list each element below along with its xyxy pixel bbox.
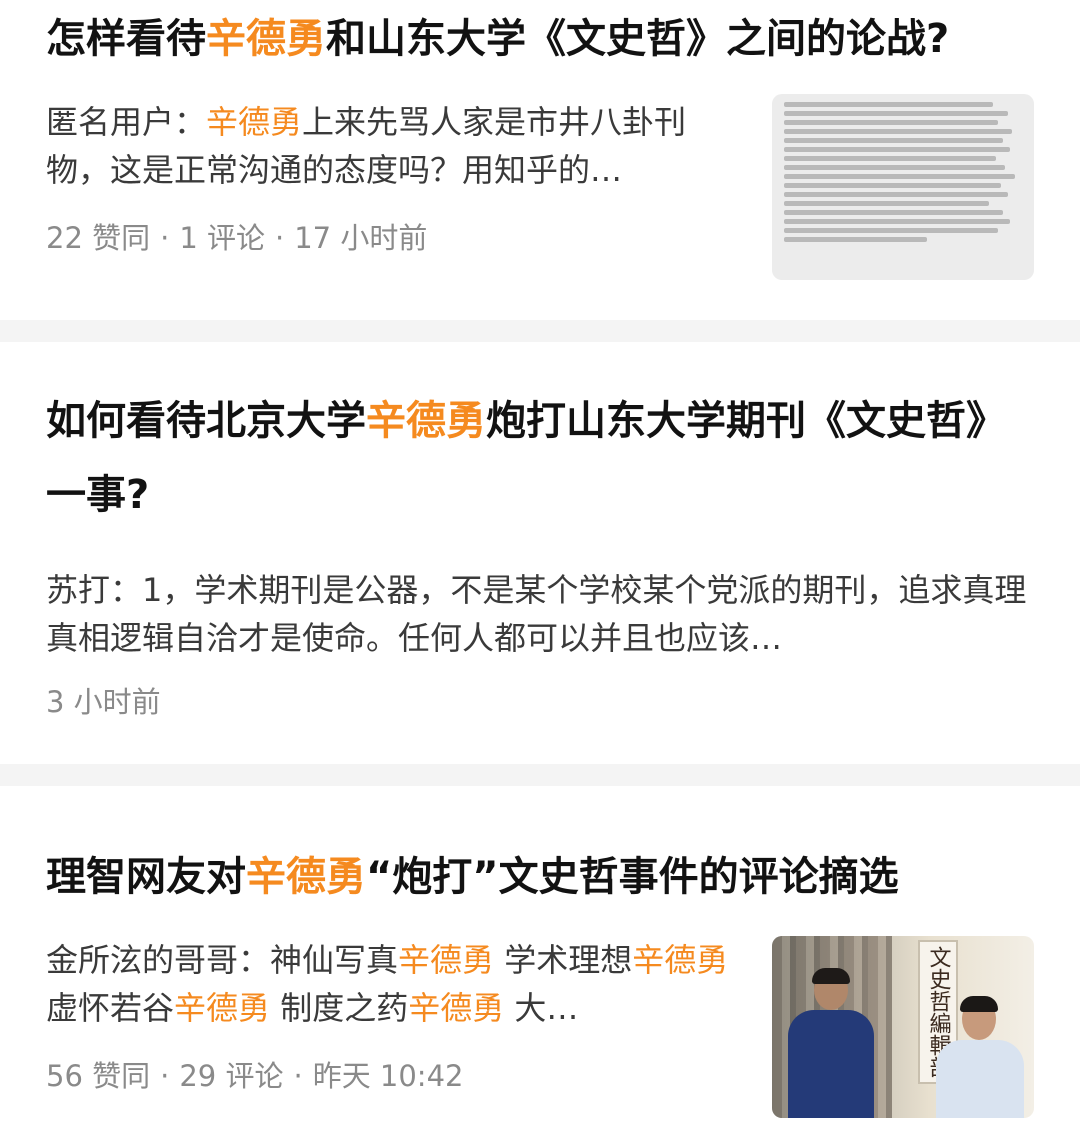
search-results-feed: 怎样看待辛德勇和山东大学《文史哲》之间的论战? 匿名用户：辛德勇上来先骂人家是市…: [0, 0, 1080, 1123]
doc-text-line: [784, 147, 1011, 152]
excerpt-author: 匿名用户：: [46, 103, 207, 141]
result-title[interactable]: 理智网友对辛德勇“炮打”文史哲事件的评论摘选: [46, 842, 1034, 912]
timestamp: 昨天 10:42: [312, 1059, 464, 1093]
title-highlight: 辛德勇: [206, 16, 326, 62]
meta-separator: ·: [293, 1059, 303, 1093]
title-text: “炮打”文史哲事件的评论摘选: [366, 854, 899, 900]
doc-text-line: [784, 120, 999, 125]
title-text: 和山东大学《文史哲》之间的论战?: [326, 16, 950, 62]
doc-text-line: [784, 237, 927, 242]
two-men-photo-thumbnail[interactable]: 文史哲編輯部: [772, 936, 1034, 1118]
result-title[interactable]: 怎样看待辛德勇和山东大学《文史哲》之间的论战?: [46, 0, 1034, 74]
vote-count: 22 赞同: [46, 221, 151, 255]
vote-count: 56 赞同: [46, 1059, 151, 1093]
result-card[interactable]: 如何看待北京大学辛德勇炮打山东大学期刊《文史哲》一事? 苏打：1，学术期刊是公器…: [0, 342, 1080, 764]
result-card[interactable]: 理智网友对辛德勇“炮打”文史哲事件的评论摘选 金所泫的哥哥：神仙写真辛德勇 学术…: [0, 786, 1080, 1123]
excerpt-highlight: 辛德勇: [206, 103, 303, 141]
person-figure: [932, 996, 1028, 1118]
doc-text-line: [784, 129, 1013, 134]
meta-separator: ·: [160, 221, 170, 255]
doc-text-line: [784, 219, 1011, 224]
title-highlight: 辛德勇: [246, 854, 366, 900]
title-text: 如何看待北京大学: [46, 398, 366, 444]
meta-separator: ·: [275, 221, 285, 255]
excerpt-text: 苏打：1，学术期刊是公器，不是某个学校某个党派的期刊，追求真理真相逻辑自洽才是使…: [46, 571, 1027, 657]
timestamp: 3 小时前: [46, 685, 161, 719]
meta-separator: ·: [160, 1059, 170, 1093]
doc-text-line: [784, 174, 1015, 179]
excerpt-text: 制度之药: [270, 989, 409, 1027]
result-meta: 56 赞同 · 29 评论 · 昨天 10:42: [46, 1056, 732, 1096]
comment-count: 29 评论: [179, 1059, 284, 1093]
document-scan-thumbnail[interactable]: [772, 94, 1034, 280]
card-divider: [0, 764, 1080, 786]
title-text: 理智网友对: [46, 854, 246, 900]
doc-text-line: [784, 156, 996, 161]
result-card[interactable]: 怎样看待辛德勇和山东大学《文史哲》之间的论战? 匿名用户：辛德勇上来先骂人家是市…: [0, 0, 1080, 320]
excerpt-highlight: 辛德勇: [174, 989, 271, 1027]
excerpt-highlight: 辛德勇: [408, 989, 505, 1027]
person-body: [788, 1010, 874, 1118]
doc-text-line: [784, 102, 994, 107]
person-body: [936, 1040, 1024, 1118]
person-hair: [812, 968, 850, 984]
comment-count: 1 评论: [179, 221, 266, 255]
doc-text-line: [784, 183, 1001, 188]
doc-text-line: [784, 192, 1008, 197]
result-excerpt[interactable]: 匿名用户：辛德勇上来先骂人家是市井八卦刊物，这是正常沟通的态度吗？用知乎的…: [46, 98, 732, 194]
result-excerpt[interactable]: 金所泫的哥哥：神仙写真辛德勇 学术理想辛德勇 虚怀若谷辛德勇 制度之药辛德勇 大…: [46, 936, 732, 1032]
excerpt-highlight: 辛德勇: [398, 941, 495, 979]
excerpt-highlight: 辛德勇: [632, 941, 729, 979]
result-meta: 22 赞同 · 1 评论 · 17 小时前: [46, 218, 732, 258]
doc-text-line: [784, 228, 999, 233]
result-meta: 3 小时前: [46, 682, 1034, 722]
card-divider: [0, 320, 1080, 342]
doc-text-line: [784, 165, 1006, 170]
timestamp: 17 小时前: [294, 221, 428, 255]
title-text: 怎样看待: [46, 16, 206, 62]
person-hair: [960, 996, 998, 1012]
result-excerpt[interactable]: 苏打：1，学术期刊是公器，不是某个学校某个党派的期刊，追求真理真相逻辑自洽才是使…: [46, 566, 1034, 662]
excerpt-text: 学术理想: [494, 941, 633, 979]
excerpt-text: 虚怀若谷: [46, 989, 175, 1027]
excerpt-author: 金所泫的哥哥：神仙写真: [46, 941, 399, 979]
doc-text-line: [784, 201, 989, 206]
result-title[interactable]: 如何看待北京大学辛德勇炮打山东大学期刊《文史哲》一事?: [46, 384, 1034, 532]
excerpt-text: 大…: [504, 989, 579, 1027]
person-figure: [782, 968, 878, 1118]
doc-text-line: [784, 210, 1003, 215]
doc-text-line: [784, 111, 1008, 116]
title-highlight: 辛德勇: [366, 398, 486, 444]
doc-text-line: [784, 138, 1003, 143]
